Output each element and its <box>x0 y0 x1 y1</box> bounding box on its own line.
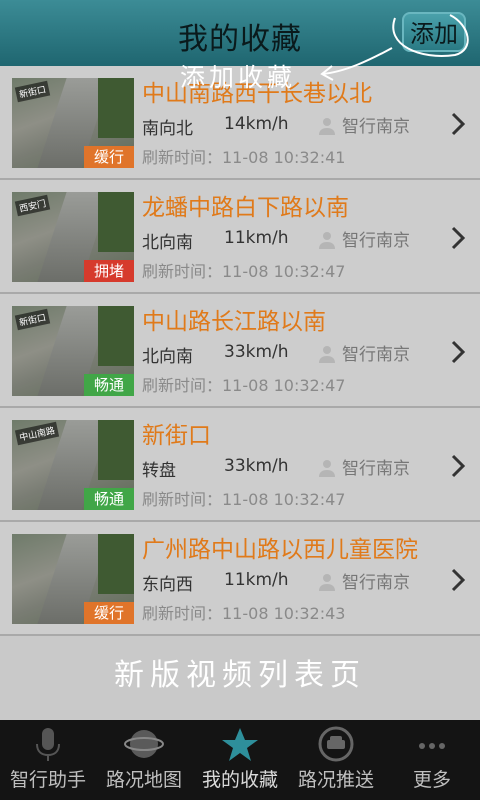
refresh-time: 刷新时间：11-08 10:32:43 <box>142 604 346 623</box>
source-label: 智行南京 <box>342 573 410 593</box>
chevron-right-icon <box>451 226 466 250</box>
bottom-tab-bar: 智行助手 路况地图 我的收藏 路况推送 更多 <box>0 720 480 800</box>
status-badge: 拥堵 <box>84 260 134 282</box>
refresh-time: 刷新时间：11-08 10:32:47 <box>142 262 346 281</box>
car-icon <box>318 726 354 762</box>
thumbnail-sign: 新街口 <box>14 308 51 331</box>
tab-traffic-push[interactable]: 路况推送 <box>288 720 384 800</box>
refresh-time: 刷新时间：11-08 10:32:47 <box>142 376 346 395</box>
source: 智行南京 <box>318 340 410 365</box>
tab-label: 路况推送 <box>297 769 374 791</box>
source-label: 智行南京 <box>342 117 410 137</box>
camera-thumbnail: 中山南路 畅通 <box>12 420 134 510</box>
tab-assistant[interactable]: 智行助手 <box>0 720 96 800</box>
microphone-icon <box>36 728 60 761</box>
person-icon <box>319 460 335 477</box>
status-badge: 畅通 <box>84 488 134 510</box>
camera-thumbnail: 西安门 拥堵 <box>12 192 134 282</box>
camera-thumbnail: 新街口 畅通 <box>12 306 134 396</box>
source-label: 智行南京 <box>342 345 410 365</box>
status-badge: 缓行 <box>84 602 134 624</box>
status-badge: 畅通 <box>84 374 134 396</box>
tab-favorites[interactable]: 我的收藏 <box>192 720 288 800</box>
tab-traffic-map[interactable]: 路况地图 <box>96 720 192 800</box>
tab-label: 路况地图 <box>105 769 182 791</box>
person-icon <box>319 232 335 249</box>
speed: 11km/h <box>224 228 289 248</box>
favorites-list: 新街口 缓行 中山南路西干长巷以北 南向北 14km/h 智行南京 刷新时间：1… <box>0 66 480 636</box>
thumbnail-sign: 西安门 <box>14 194 51 217</box>
thumbnail-sign: 中山南路 <box>14 421 60 446</box>
source-label: 智行南京 <box>342 459 410 479</box>
source-label: 智行南京 <box>342 231 410 251</box>
road-name: 龙蟠中路白下路以南 <box>142 195 349 221</box>
chevron-right-icon <box>451 568 466 592</box>
camera-thumbnail: 缓行 <box>12 534 134 624</box>
direction: 转盘 <box>142 461 176 481</box>
chevron-right-icon <box>451 454 466 478</box>
refresh-time: 刷新时间：11-08 10:32:47 <box>142 490 346 509</box>
tab-label: 我的收藏 <box>201 769 278 791</box>
direction: 北向南 <box>142 233 193 253</box>
more-dots-icon <box>419 743 445 749</box>
annotation-add-favorite: 添加收藏 <box>180 63 297 92</box>
list-item[interactable]: 中山南路 畅通 新街口 转盘 33km/h 智行南京 刷新时间：11-08 10… <box>0 408 480 522</box>
road-name: 新街口 <box>142 423 211 449</box>
road-name: 广州路中山路以西儿童医院 <box>142 537 418 563</box>
source: 智行南京 <box>318 454 410 479</box>
source: 智行南京 <box>318 226 410 251</box>
speed: 33km/h <box>224 342 289 362</box>
road-name: 中山路长江路以南 <box>142 309 326 335</box>
status-badge: 缓行 <box>84 146 134 168</box>
list-item[interactable]: 缓行 广州路中山路以西儿童医院 东向西 11km/h 智行南京 刷新时间：11-… <box>0 522 480 636</box>
source: 智行南京 <box>318 568 410 593</box>
refresh-time: 刷新时间：11-08 10:32:41 <box>142 148 346 167</box>
annotation-caption: 新版视频列表页 <box>114 658 366 693</box>
direction: 北向南 <box>142 347 193 367</box>
tab-label: 更多 <box>412 769 451 791</box>
globe-icon <box>124 730 164 758</box>
direction: 东向西 <box>142 575 193 595</box>
list-item[interactable]: 新街口 畅通 中山路长江路以南 北向南 33km/h 智行南京 刷新时间：11-… <box>0 294 480 408</box>
person-icon <box>319 346 335 363</box>
chevron-right-icon <box>451 340 466 364</box>
speed: 33km/h <box>224 456 289 476</box>
list-item[interactable]: 西安门 拥堵 龙蟠中路白下路以南 北向南 11km/h 智行南京 刷新时间：11… <box>0 180 480 294</box>
star-icon <box>222 728 258 761</box>
tab-label: 智行助手 <box>9 769 86 791</box>
speed: 11km/h <box>224 570 289 590</box>
person-icon <box>319 574 335 591</box>
tab-more[interactable]: 更多 <box>384 720 480 800</box>
